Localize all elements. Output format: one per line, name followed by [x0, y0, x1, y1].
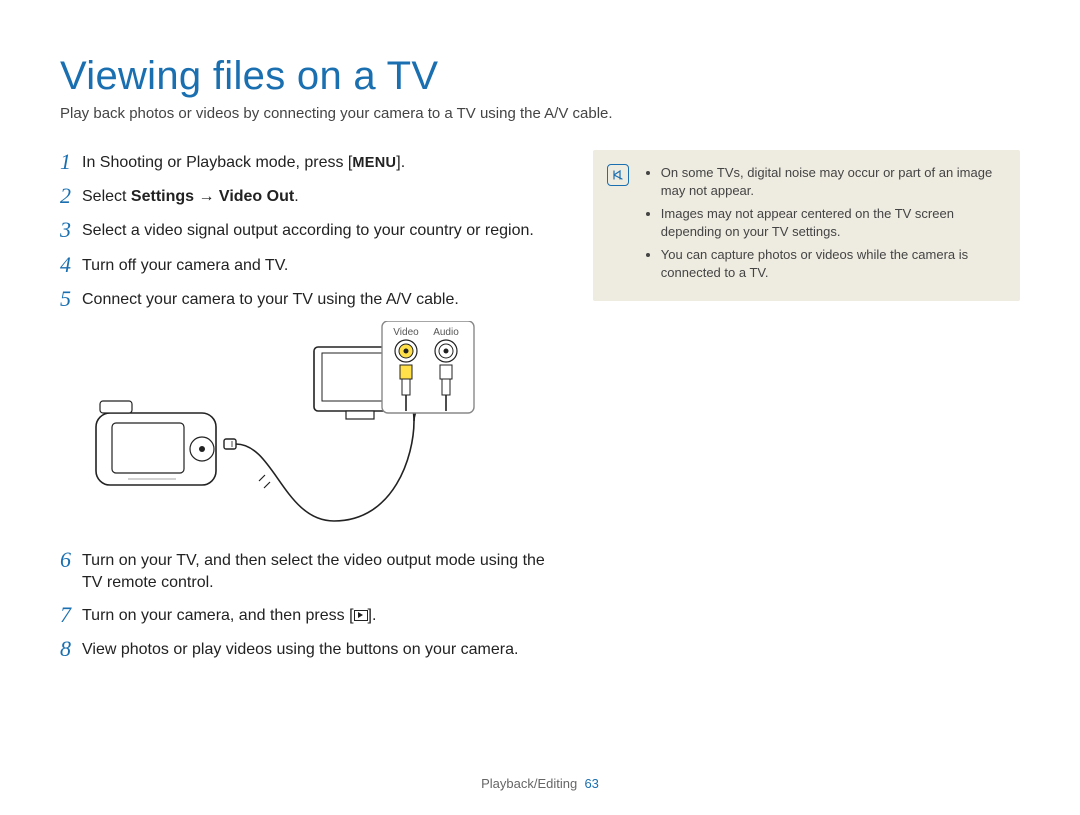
step-text: View photos or play videos using the but…: [82, 637, 518, 661]
page-title: Viewing files on a TV: [60, 54, 1020, 99]
content-columns: 1 In Shooting or Playback mode, press [M…: [60, 150, 1020, 672]
note-item: Images may not appear centered on the TV…: [661, 205, 1004, 240]
footer-page-number: 63: [584, 776, 598, 791]
steps-list: 1 In Shooting or Playback mode, press [M…: [60, 150, 557, 662]
step-5: 5 Connect your camera to your TV using t…: [60, 287, 557, 311]
step-number: 4: [60, 253, 82, 277]
step-text: Select a video signal output according t…: [82, 218, 534, 242]
connection-diagram: Video Audio: [60, 321, 557, 536]
video-jack-label: Video: [393, 327, 419, 338]
note-item: On some TVs, digital noise may occur or …: [661, 164, 1004, 199]
audio-jack-label: Audio: [433, 327, 459, 338]
step-8: 8 View photos or play videos using the b…: [60, 637, 557, 661]
step-text: Turn on your camera, and then press [].: [82, 603, 376, 627]
step-number: 8: [60, 637, 82, 661]
camera-tv-connection-illustration: Video Audio: [84, 321, 544, 531]
step-2: 2 Select Settings → Video Out.: [60, 184, 557, 208]
step-number: 1: [60, 150, 82, 174]
right-column: On some TVs, digital noise may occur or …: [593, 150, 1020, 672]
note-box: On some TVs, digital noise may occur or …: [593, 150, 1020, 301]
camera-icon: [96, 401, 236, 485]
step-6: 6 Turn on your TV, and then select the v…: [60, 548, 557, 593]
page-subtitle: Play back photos or videos by connecting…: [60, 105, 1020, 122]
step-number: 7: [60, 603, 82, 627]
step-number: 5: [60, 287, 82, 311]
av-cable-icon: [236, 421, 414, 521]
note-icon: [607, 164, 629, 186]
note-list: On some TVs, digital noise may occur or …: [647, 164, 1004, 281]
playback-icon: [354, 610, 368, 621]
step-number: 2: [60, 184, 82, 208]
step-text: Select Settings → Video Out.: [82, 184, 299, 208]
step-text: In Shooting or Playback mode, press [MEN…: [82, 150, 405, 174]
page: Viewing files on a TV Play back photos o…: [0, 0, 1080, 815]
menu-path: Settings → Video Out: [131, 188, 294, 205]
step-3: 3 Select a video signal output according…: [60, 218, 557, 242]
step-4: 4 Turn off your camera and TV.: [60, 253, 557, 277]
left-column: 1 In Shooting or Playback mode, press [M…: [60, 150, 557, 672]
menu-key: MENU: [352, 155, 396, 171]
footer-section: Playback/Editing: [481, 776, 577, 791]
step-number: 6: [60, 548, 82, 572]
step-7: 7 Turn on your camera, and then press []…: [60, 603, 557, 627]
step-text: Turn off your camera and TV.: [82, 253, 288, 277]
step-text: Turn on your TV, and then select the vid…: [82, 548, 557, 593]
step-number: 3: [60, 218, 82, 242]
step-text: Connect your camera to your TV using the…: [82, 287, 459, 311]
note-item: You can capture photos or videos while t…: [661, 246, 1004, 281]
page-footer: Playback/Editing 63: [0, 776, 1080, 791]
av-jack-panel: Video Audio: [382, 321, 474, 413]
step-1: 1 In Shooting or Playback mode, press [M…: [60, 150, 557, 174]
